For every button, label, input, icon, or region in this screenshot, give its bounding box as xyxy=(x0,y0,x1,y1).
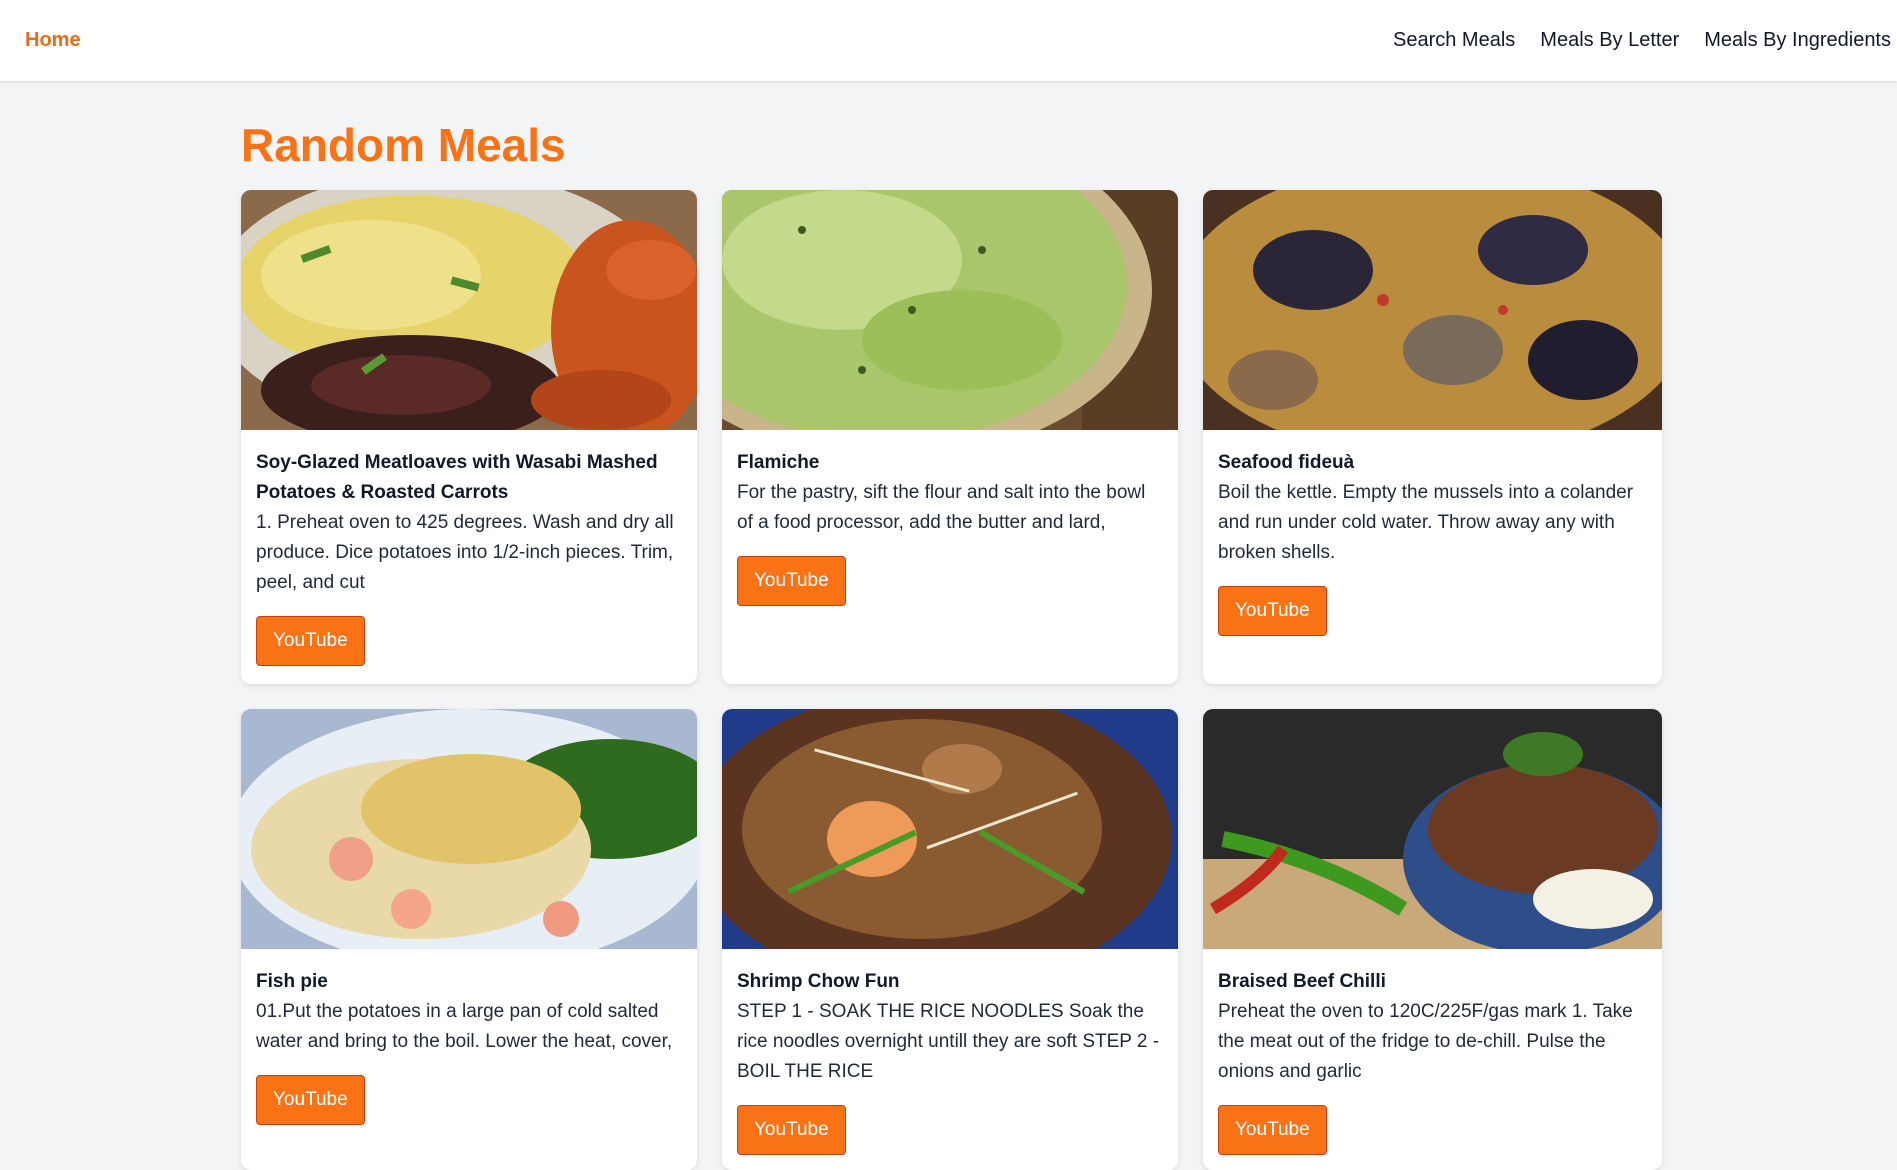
meal-card: Braised Beef Chilli Preheat the oven to … xyxy=(1203,709,1662,1170)
meals-grid: Soy-Glazed Meatloaves with Wasabi Mashed… xyxy=(241,190,1663,1170)
meal-title: Seafood fideuà xyxy=(1218,452,1355,473)
meal-description: Boil the kettle. Empty the mussels into … xyxy=(1218,482,1634,563)
youtube-button[interactable]: YouTube xyxy=(737,556,846,606)
meal-title: Fish pie xyxy=(256,971,328,992)
meal-image[interactable] xyxy=(722,190,1178,430)
nav-meals-by-ingredients[interactable]: Meals By Ingredients xyxy=(1704,29,1891,52)
youtube-button[interactable]: YouTube xyxy=(1218,586,1327,636)
page-title: Random Meals xyxy=(241,119,566,171)
top-navbar: Home Search Meals Meals By Letter Meals … xyxy=(0,0,1897,81)
meal-description: 01.Put the potatoes in a large pan of co… xyxy=(256,1001,673,1052)
meal-description: For the pastry, sift the flour and salt … xyxy=(737,482,1146,533)
meal-image[interactable] xyxy=(241,709,697,949)
meal-card: Shrimp Chow Fun STEP 1 - SOAK THE RICE N… xyxy=(722,709,1178,1170)
home-link[interactable]: Home xyxy=(25,29,81,52)
meal-description: STEP 1 - SOAK THE RICE NOODLES Soak the … xyxy=(737,1001,1160,1082)
meal-image[interactable] xyxy=(1203,709,1662,949)
meal-image[interactable] xyxy=(1203,190,1662,430)
meal-card: Flamiche For the pastry, sift the flour … xyxy=(722,190,1178,684)
meal-description: 1. Preheat oven to 425 degrees. Wash and… xyxy=(256,512,674,593)
meal-title: Shrimp Chow Fun xyxy=(737,971,900,992)
youtube-button[interactable]: YouTube xyxy=(256,1075,365,1125)
meal-card: Soy-Glazed Meatloaves with Wasabi Mashed… xyxy=(241,190,697,684)
meal-description: Preheat the oven to 120C/225F/gas mark 1… xyxy=(1218,1001,1633,1082)
meal-card: Seafood fideuà Boil the kettle. Empty th… xyxy=(1203,190,1662,684)
meal-title: Flamiche xyxy=(737,452,820,473)
meal-card: Fish pie 01.Put the potatoes in a large … xyxy=(241,709,697,1170)
nav-links: Search Meals Meals By Letter Meals By In… xyxy=(1393,29,1891,52)
youtube-button[interactable]: YouTube xyxy=(1218,1105,1327,1155)
nav-meals-by-letter[interactable]: Meals By Letter xyxy=(1540,29,1679,52)
meal-image[interactable] xyxy=(722,709,1178,949)
meal-title: Braised Beef Chilli xyxy=(1218,971,1386,992)
meal-image[interactable] xyxy=(241,190,697,430)
meal-title: Soy-Glazed Meatloaves with Wasabi Mashed… xyxy=(256,452,658,503)
nav-search-meals[interactable]: Search Meals xyxy=(1393,29,1515,52)
youtube-button[interactable]: YouTube xyxy=(256,616,365,666)
youtube-button[interactable]: YouTube xyxy=(737,1105,846,1155)
